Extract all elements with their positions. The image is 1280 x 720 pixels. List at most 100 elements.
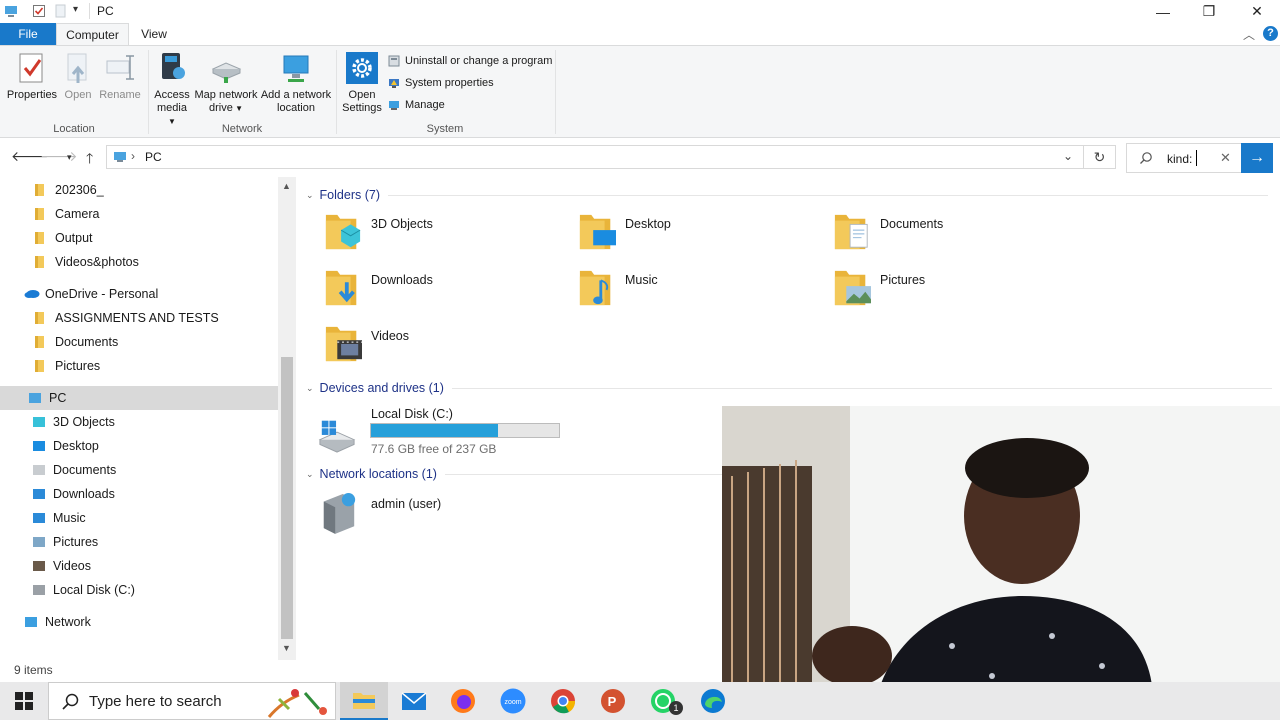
open-settings-button[interactable]: Open Settings xyxy=(340,51,384,115)
nav-item-onedrive-personal[interactable]: OneDrive - Personal xyxy=(0,282,278,306)
folders-section-header[interactable]: ⌄ Folders (7) xyxy=(306,188,1268,202)
search-input[interactable]: kind: ✕ xyxy=(1126,143,1242,173)
nav-item-downloads[interactable]: Downloads xyxy=(0,482,278,506)
breadcrumb-pc[interactable]: PC xyxy=(145,150,162,164)
group-separator xyxy=(555,50,556,134)
folder-tile-music[interactable]: Music xyxy=(560,266,800,316)
tab-view[interactable]: View xyxy=(132,23,176,45)
system-properties-label: System properties xyxy=(405,77,494,89)
music-folder-icon xyxy=(579,270,611,306)
folder-icon xyxy=(34,183,50,197)
network-location-label: admin (user) xyxy=(371,497,442,511)
documents-icon xyxy=(32,463,48,477)
desktop-icon xyxy=(32,439,48,453)
taskbar: Type here to search zoom P 1 xyxy=(0,682,1280,720)
add-network-location-button[interactable]: Add a network location xyxy=(260,51,332,115)
nav-item-output[interactable]: Output xyxy=(0,226,278,250)
nav-item-202306[interactable]: 202306_ xyxy=(0,178,278,202)
folder-tile-desktop[interactable]: Desktop xyxy=(560,210,800,260)
nav-item-camera[interactable]: Camera xyxy=(0,202,278,226)
tab-file[interactable]: File xyxy=(0,23,56,45)
help-icon[interactable]: ? xyxy=(1263,26,1278,41)
system-properties-button[interactable]: System properties xyxy=(388,77,494,89)
scroll-up-arrow-icon[interactable]: ▲ xyxy=(282,181,291,191)
3d-objects-folder-icon xyxy=(325,214,361,250)
restore-button[interactable]: ❐ xyxy=(1186,0,1232,23)
nav-item-music[interactable]: Music xyxy=(0,506,278,530)
collapse-ribbon-icon[interactable]: ︿ xyxy=(1243,26,1255,43)
nav-item-network[interactable]: Network xyxy=(0,610,278,634)
properties-button[interactable]: Properties xyxy=(6,51,58,102)
manage-button[interactable]: Manage xyxy=(388,99,445,111)
nav-scrollbar[interactable]: ▲ ▼ xyxy=(278,177,296,660)
nav-item-documents[interactable]: Documents xyxy=(0,458,278,482)
mail-icon[interactable] xyxy=(401,688,427,714)
downloads-folder-icon xyxy=(325,270,357,306)
documents-folder-icon xyxy=(834,214,868,250)
nav-item-videos[interactable]: Videos xyxy=(0,554,278,578)
open-button[interactable]: Open xyxy=(60,51,96,102)
address-bar[interactable]: › PC ⌄ xyxy=(106,145,1084,169)
close-button[interactable]: ✕ xyxy=(1234,0,1280,23)
navigation-pane: 202306_ Camera Output Videos&photos OneDrive… xyxy=(0,177,296,660)
clear-search-icon[interactable]: ✕ xyxy=(1220,150,1231,166)
start-button[interactable] xyxy=(0,682,48,720)
nav-item-label: Pictures xyxy=(53,535,99,549)
local-disk-tile[interactable]: Local Disk (C:) 77.6 GB free of 237 GB xyxy=(302,406,582,456)
nav-item-assignments-and-tests[interactable]: ASSIGNMENTS AND TESTS xyxy=(0,306,278,330)
taskbar-search-box[interactable]: Type here to search xyxy=(48,682,336,720)
add-network-label-2: location xyxy=(277,102,315,114)
collapse-chevron-icon: ⌄ xyxy=(306,382,314,393)
properties-quick-icon[interactable] xyxy=(32,4,46,18)
powerpoint-icon[interactable]: P xyxy=(600,688,626,714)
scroll-down-arrow-icon[interactable]: ▼ xyxy=(282,643,291,653)
ribbon: Properties Open Rename Location Access m… xyxy=(0,45,1280,138)
manage-icon xyxy=(389,101,399,110)
nav-item-pictures[interactable]: Pictures xyxy=(0,530,278,554)
nav-item-label: 202306_ xyxy=(55,183,104,197)
nav-item-documents[interactable]: Documents xyxy=(0,330,278,354)
search-go-button[interactable]: → xyxy=(1241,143,1273,173)
explorer-pc-icon[interactable] xyxy=(4,4,18,18)
new-folder-quick-icon[interactable] xyxy=(54,4,68,18)
nav-item-label: Local Disk (C:) xyxy=(53,583,135,597)
access-media-button[interactable]: Access media ▼ xyxy=(152,51,192,128)
drives-section-header[interactable]: ⌄ Devices and drives (1) xyxy=(306,381,1272,395)
network-location-tile[interactable]: admin (user) xyxy=(302,490,542,540)
rename-button[interactable]: Rename xyxy=(98,51,142,102)
nav-item-pc[interactable]: PC xyxy=(0,386,278,410)
map-network-drive-button[interactable]: Map network drive ▼ xyxy=(194,51,258,115)
address-dropdown-chevron-icon[interactable]: ⌄ xyxy=(1063,149,1073,163)
folder-tile-documents[interactable]: Documents xyxy=(815,210,1055,260)
open-settings-label-2: Settings xyxy=(342,102,382,114)
folder-tile-pictures[interactable]: Pictures xyxy=(815,266,1055,316)
uninstall-program-button[interactable]: Uninstall or change a program xyxy=(388,55,552,67)
folder-tile-downloads[interactable]: Downloads xyxy=(306,266,546,316)
folder-tile-3d-objects[interactable]: 3D Objects xyxy=(306,210,546,260)
network-section-header[interactable]: ⌄ Network locations (1) xyxy=(306,467,725,481)
recent-locations-chevron-icon[interactable]: ▾ xyxy=(67,152,72,163)
refresh-button[interactable]: ↻ xyxy=(1084,145,1116,169)
chrome-icon[interactable] xyxy=(550,688,576,714)
nav-item-desktop[interactable]: Desktop xyxy=(0,434,278,458)
tab-computer[interactable]: Computer xyxy=(56,23,129,45)
dropdown-arrow-icon: ▼ xyxy=(232,104,243,113)
up-arrow-icon[interactable]: 🡑 xyxy=(86,148,93,172)
nav-item-pictures[interactable]: Pictures xyxy=(0,354,278,378)
nav-item-3d-objects[interactable]: 3D Objects xyxy=(0,410,278,434)
folder-label: Desktop xyxy=(625,217,671,231)
folder-tile-videos[interactable]: Videos xyxy=(306,322,546,372)
customize-quick-access-icon[interactable]: ▾ xyxy=(73,4,78,15)
search-value: kind: xyxy=(1167,152,1193,166)
zoom-icon[interactable]: zoom xyxy=(500,688,526,714)
edge-icon[interactable] xyxy=(700,688,726,714)
minimize-button[interactable]: — xyxy=(1140,0,1186,23)
nav-item-local-disk-c[interactable]: Local Disk (C:) xyxy=(0,578,278,602)
nav-item-videos-photos[interactable]: Videos&photos xyxy=(0,250,278,274)
folder-icon xyxy=(34,255,50,269)
file-explorer-icon xyxy=(353,693,375,709)
taskbar-file-explorer[interactable] xyxy=(340,682,388,720)
nav-scrollbar-thumb[interactable] xyxy=(281,357,293,639)
breadcrumb-chevron-icon[interactable]: › xyxy=(131,149,135,163)
firefox-icon[interactable] xyxy=(450,688,476,714)
